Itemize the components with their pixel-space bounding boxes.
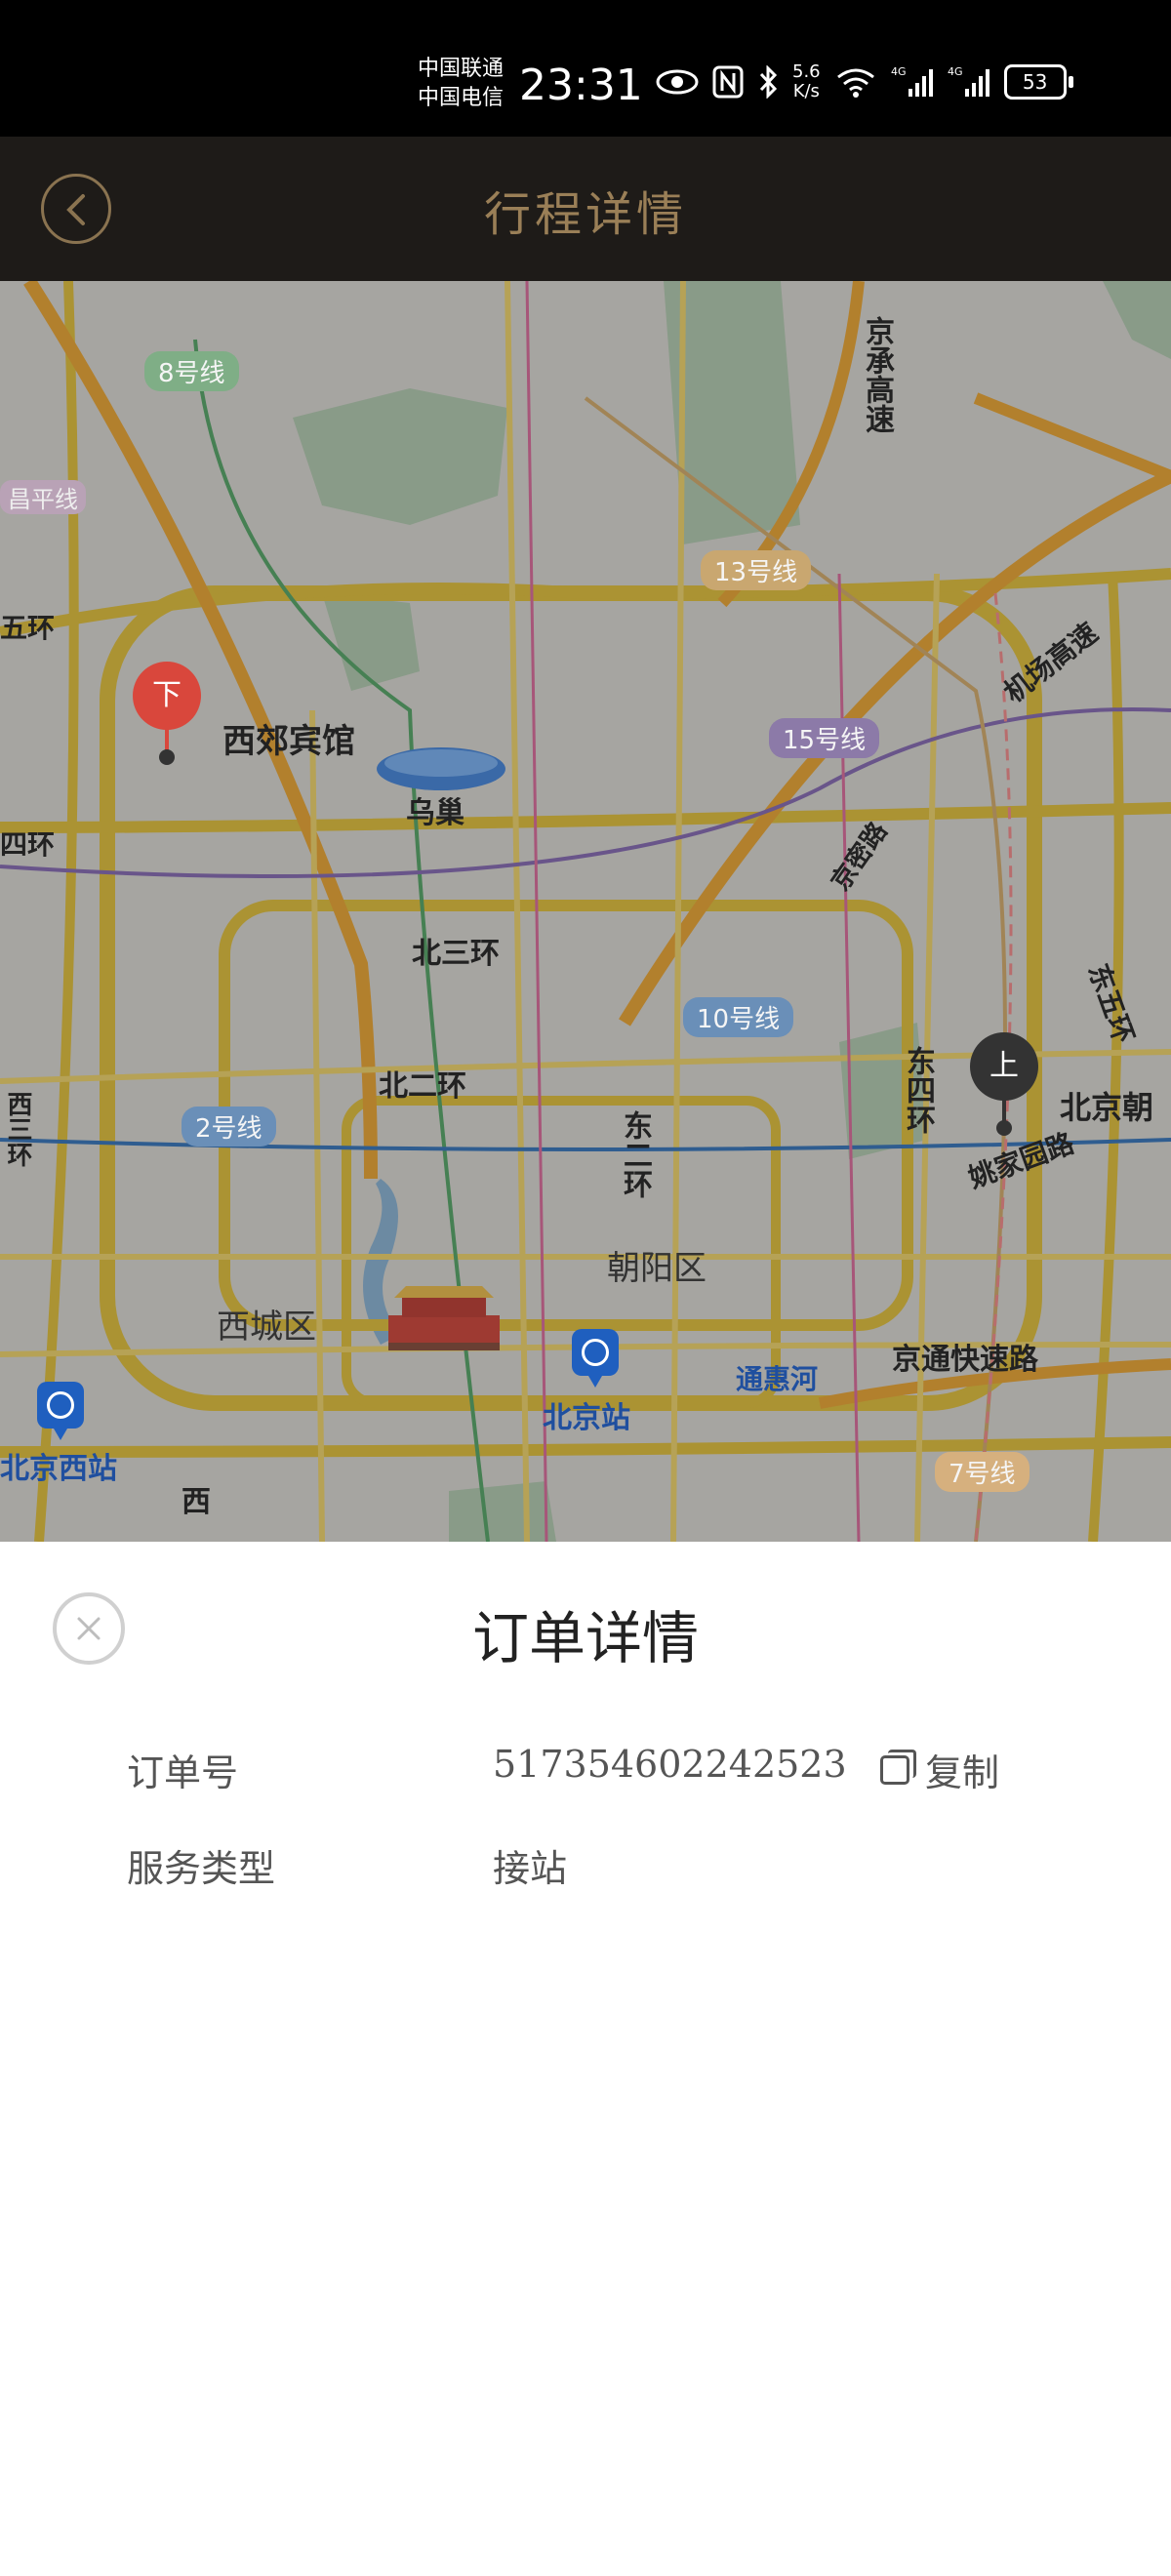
map-label-bei3: 北三环 (412, 937, 500, 971)
map-label-wuhuan: 五环 (0, 612, 56, 644)
subway-badge-8: 8号线 (144, 351, 239, 391)
map-label-sihuan: 四环 (0, 828, 56, 861)
map-view[interactable]: 西郊宾馆 乌巢 北三环 北二环 西城区 朝阳区 北京站 北京西站 通惠河 京通快… (0, 281, 1171, 1542)
pickup-marker[interactable]: 上 (970, 1032, 1038, 1101)
map-label-chaoyang: 朝阳区 (607, 1249, 707, 1288)
status-bar: 中国联通 中国电信 23:31 5.6 K/s 4G 4G 53 (0, 0, 1171, 137)
bluetooth-icon (759, 65, 778, 99)
order-number-row: 订单号 517354602242523 复制 (127, 1743, 1064, 1801)
subway-badge-10: 10号线 (683, 997, 794, 1037)
map-label-bei2: 北二环 (379, 1069, 466, 1104)
copy-label: 复制 (925, 1751, 1000, 1794)
map-label-tonghui: 通惠河 (736, 1363, 819, 1395)
map-label-dong2: 东二环 (618, 1110, 652, 1198)
map-label-niaochao: 乌巢 (406, 796, 464, 830)
subway-badge-2: 2号线 (182, 1107, 276, 1147)
service-type-value: 接站 (493, 1847, 568, 1890)
service-type-row: 服务类型 接站 (127, 1838, 1064, 1897)
svg-text:4G: 4G (948, 65, 963, 78)
order-number-value: 517354602242523 (493, 1743, 847, 1786)
app-header: 行程详情 (0, 137, 1171, 281)
order-detail-sheet: 订单详情 订单号 517354602242523 复制 服务类型 接站 (0, 1542, 1171, 2576)
clock: 23:31 (519, 60, 643, 110)
battery-icon: 53 (1003, 64, 1073, 100)
carrier-2: 中国电信 (418, 86, 505, 110)
order-number-label: 订单号 (127, 1751, 239, 1794)
subway-badge-7: 7号线 (935, 1452, 1030, 1492)
page-title: 行程详情 (483, 187, 687, 242)
sheet-title: 订单详情 (471, 1605, 699, 1671)
carrier-info: 中国联通 中国电信 (418, 55, 504, 113)
carrier-1: 中国联通 (418, 57, 505, 81)
map-label-jingtong: 京通快速路 (892, 1343, 1038, 1377)
copy-button[interactable]: 复制 (880, 1743, 999, 1796)
signal-4g-icon: 4G (891, 65, 933, 97)
map-label-beijing-station: 北京站 (543, 1401, 630, 1435)
map-label-changping: 昌平线 (0, 480, 86, 514)
pickup-marker-dot (996, 1120, 1012, 1136)
svg-text:4G: 4G (891, 65, 907, 78)
map-label-beijingxi-station: 北京西站 (0, 1452, 117, 1486)
dropoff-marker-dot (159, 749, 175, 765)
map-label-jingcheng: 京承高速 (860, 316, 894, 433)
wifi-icon (836, 68, 874, 98)
map-label-xicheng: 西城区 (217, 1308, 316, 1347)
status-icons: 5.6 K/s 4G 4G 53 (656, 62, 1073, 101)
map-label-dong4: 东四环 (901, 1046, 935, 1134)
dropoff-marker[interactable]: 下 (133, 662, 201, 730)
nfc-icon (712, 65, 744, 99)
train-station-icon (572, 1329, 619, 1388)
copy-icon (880, 1749, 916, 1785)
map-label-beijingchao: 北京朝 (1060, 1089, 1154, 1126)
eye-icon (656, 69, 699, 95)
net-speed-unit: K/s (792, 81, 820, 101)
net-speed: 5.6 K/s (792, 62, 821, 101)
subway-badge-15: 15号线 (769, 718, 880, 758)
net-speed-value: 5.6 (792, 61, 821, 82)
train-station-icon-west (37, 1382, 84, 1440)
map-label-xi: 西 (182, 1485, 211, 1519)
map-label-xi3: 西三环 (3, 1091, 32, 1167)
service-type-label: 服务类型 (127, 1847, 276, 1890)
signal-4g-icon-2: 4G (948, 65, 989, 97)
map-label-xijiao: 西郊宾馆 (222, 722, 355, 761)
subway-badge-13: 13号线 (701, 550, 812, 590)
